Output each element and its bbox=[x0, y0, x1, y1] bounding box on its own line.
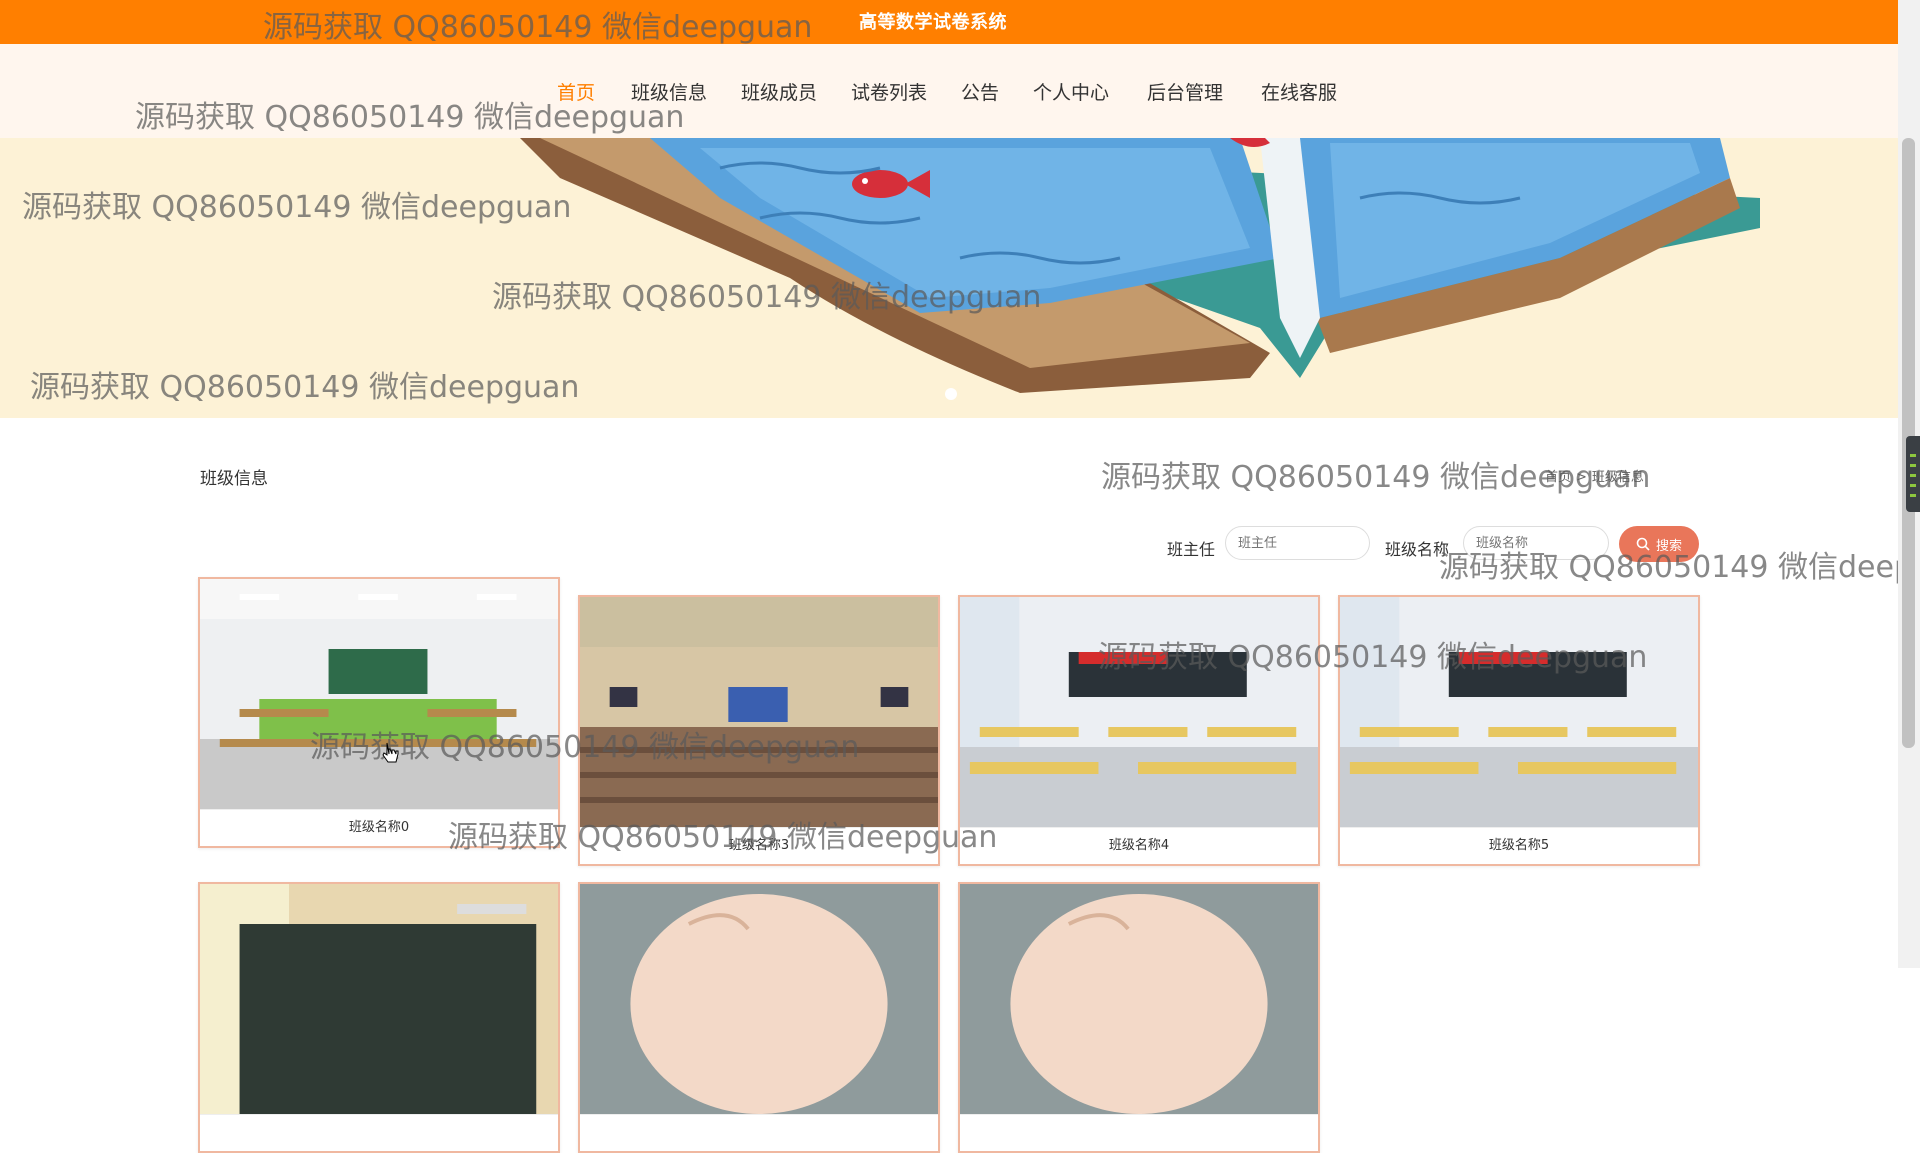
class-card[interactable] bbox=[578, 882, 940, 1153]
teacher-label: 班主任 bbox=[1167, 540, 1216, 559]
class-name: 班级名称3 bbox=[580, 827, 938, 864]
nav-item-personal-center[interactable]: 个人中心 bbox=[1033, 78, 1109, 105]
nav-item-admin[interactable]: 后台管理 bbox=[1147, 78, 1223, 105]
banner-book-illustration bbox=[520, 138, 1760, 393]
breadcrumb-current: 班级信息 bbox=[1591, 470, 1644, 485]
class-card[interactable]: 班级名称4 bbox=[958, 595, 1320, 866]
top-header-bar: 高等数学试卷系统 bbox=[0, 0, 1898, 44]
nav-item-online-service[interactable]: 在线客服 bbox=[1261, 78, 1337, 105]
carousel-dot[interactable] bbox=[945, 388, 957, 400]
class-name-label: 班级名称 bbox=[1385, 540, 1450, 559]
search-button[interactable]: 搜索 bbox=[1619, 526, 1699, 562]
class-card[interactable]: 班级名称3 bbox=[578, 595, 940, 866]
classroom-photo bbox=[1340, 597, 1698, 827]
class-card[interactable]: 班级名称5 bbox=[1338, 595, 1700, 866]
search-icon bbox=[1636, 537, 1650, 551]
classroom-photo bbox=[200, 884, 558, 1114]
classroom-photo bbox=[960, 597, 1318, 827]
class-name bbox=[580, 1114, 938, 1151]
cat-photo bbox=[960, 884, 1318, 1114]
class-card[interactable] bbox=[198, 882, 560, 1153]
classroom-photo bbox=[200, 579, 558, 809]
classroom-photo bbox=[580, 597, 938, 827]
nav-item-class-members[interactable]: 班级成员 bbox=[741, 78, 817, 105]
class-name bbox=[960, 1114, 1318, 1151]
pointer-cursor-icon bbox=[382, 742, 399, 763]
nav-item-announcements[interactable]: 公告 bbox=[961, 78, 999, 105]
class-name: 班级名称0 bbox=[200, 809, 558, 846]
search-button-label: 搜索 bbox=[1655, 538, 1682, 554]
breadcrumb-home[interactable]: 首页 bbox=[1545, 470, 1571, 485]
class-card[interactable] bbox=[958, 882, 1320, 1153]
class-name-search-input[interactable] bbox=[1463, 526, 1609, 560]
side-float-widget[interactable] bbox=[1906, 436, 1920, 512]
breadcrumb: 首页 > 班级信息 bbox=[1545, 466, 1644, 485]
teacher-search-input[interactable] bbox=[1225, 526, 1370, 560]
cat-photo bbox=[580, 884, 938, 1114]
site-title: 高等数学试卷系统 bbox=[859, 12, 1007, 33]
breadcrumb-separator: > bbox=[1576, 470, 1587, 485]
nav-item-class-info[interactable]: 班级信息 bbox=[631, 78, 707, 105]
main-nav: 首页 班级信息 班级成员 试卷列表 公告 个人中心 后台管理 在线客服 bbox=[0, 44, 1898, 138]
class-card[interactable]: 班级名称0 bbox=[198, 577, 560, 848]
banner-carousel[interactable] bbox=[0, 138, 1898, 418]
class-name: 班级名称5 bbox=[1340, 827, 1698, 864]
class-name: 班级名称4 bbox=[960, 827, 1318, 864]
nav-item-exam-list[interactable]: 试卷列表 bbox=[851, 78, 927, 105]
class-name bbox=[200, 1114, 558, 1151]
section-title: 班级信息 bbox=[200, 469, 268, 489]
nav-item-home[interactable]: 首页 bbox=[557, 78, 595, 105]
